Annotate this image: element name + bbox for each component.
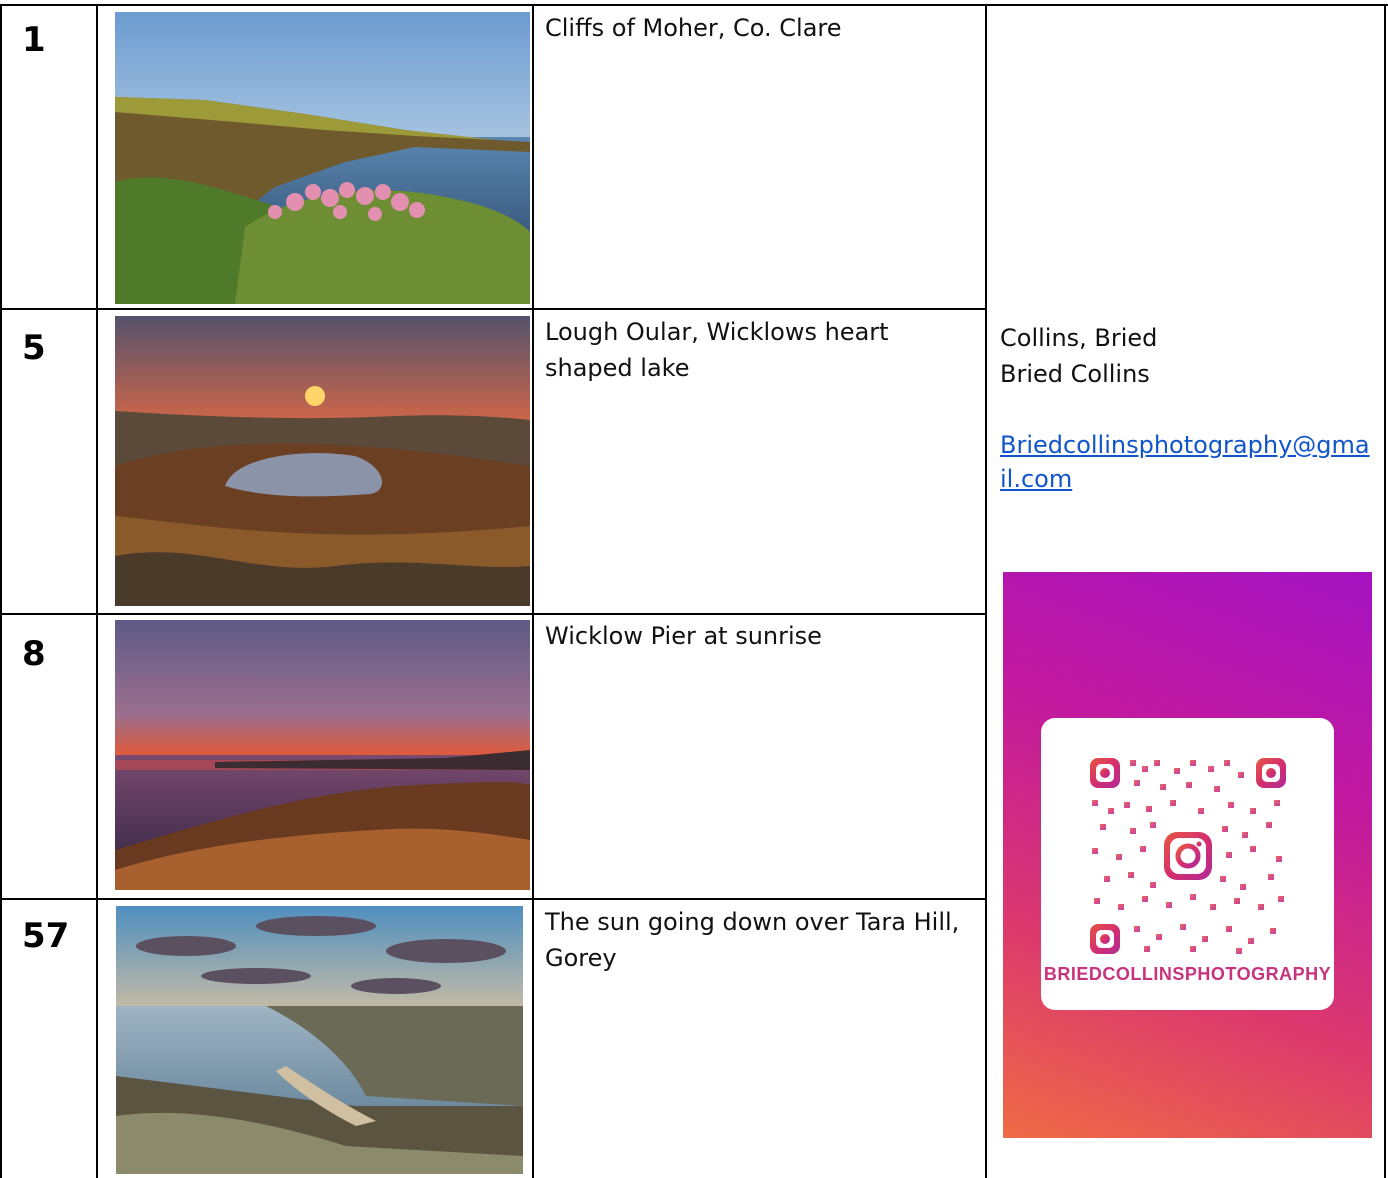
email-link[interactable]: Briedcollinsphotography@gmail.com: [1000, 428, 1375, 496]
instagram-qr-code-icon: [1090, 758, 1286, 954]
photographer-name: Collins, Bried Bried Collins: [1000, 320, 1375, 392]
photo-caption: Cliffs of Moher, Co. Clare: [545, 14, 842, 42]
instagram-handle: BRIEDCOLLINSPHOTOGRAPHY: [1043, 964, 1332, 984]
photo-caption: Wicklow Pier at sunrise: [545, 622, 822, 650]
row-divider-1: [0, 308, 987, 310]
instagram-qr-card[interactable]: BRIEDCOLLINSPHOTOGRAPHY: [1041, 718, 1334, 1010]
photo-lough-oular: [115, 316, 530, 606]
column-divider-2: [532, 4, 534, 1178]
row-number: 5: [22, 328, 46, 368]
table-border-left: [0, 4, 2, 1178]
photo-wicklow-pier: [115, 620, 530, 890]
photo-cliffs-of-moher: [115, 12, 530, 304]
row-number: 57: [22, 916, 70, 956]
row-divider-3: [0, 898, 987, 900]
table-border-right: [1384, 4, 1386, 1178]
row-number: 1: [22, 20, 46, 60]
photo-tara-hill: [116, 906, 523, 1174]
instagram-nametag: BRIEDCOLLINSPHOTOGRAPHY: [1003, 572, 1372, 1138]
row-number: 8: [22, 634, 46, 674]
row-divider-2: [0, 613, 987, 615]
photo-caption: Lough Oular, Wicklows heart shaped lake: [545, 318, 889, 382]
photo-caption: The sun going down over Tara Hill, Gorey: [545, 908, 960, 972]
name-surname-first: Collins, Bried: [1000, 324, 1158, 352]
name-full: Bried Collins: [1000, 360, 1150, 388]
column-divider-3: [985, 4, 987, 1178]
table-border-top: [0, 4, 1388, 6]
column-divider-1: [96, 4, 98, 1178]
